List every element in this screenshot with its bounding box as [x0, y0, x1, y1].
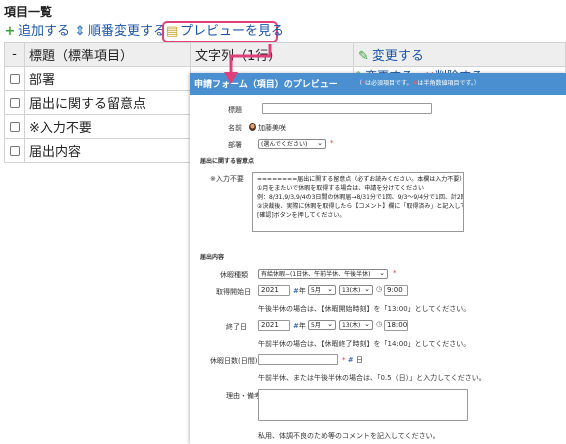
row-name-cell: 届出内容: [24, 138, 191, 163]
row-checkbox[interactable]: [9, 145, 20, 156]
end-date-label: 終了日: [226, 323, 247, 331]
row-name-cell: 部署: [24, 66, 191, 91]
end-month-select[interactable]: 5月: [308, 320, 336, 330]
end-year-unit: #年: [293, 321, 306, 331]
end-time-input[interactable]: 18:00: [384, 320, 408, 331]
reorder-button[interactable]: ⇕ 順番変更する: [74, 21, 166, 43]
start-day-select[interactable]: 13(木): [339, 285, 373, 295]
edit-header-label: 変更する: [371, 49, 424, 64]
row-checkbox[interactable]: [9, 121, 20, 132]
input-not-needed-label: ※入力不要: [210, 175, 244, 183]
start-year-unit-text: 年: [298, 287, 306, 295]
required-mark: *: [330, 139, 334, 147]
leave-type-select[interactable]: 有給休暇−(1日休、午前半休、午後半休): [258, 269, 388, 279]
row-check-cell: [4, 66, 25, 91]
row-checkbox[interactable]: [9, 97, 20, 108]
end-year-input[interactable]: 2021: [258, 320, 290, 331]
end-year-unit-text: 年: [298, 322, 306, 330]
preview-title: 申請フォーム（項目）のプレビュー: [194, 80, 338, 90]
preview-panel: 申請フォーム（項目）のプレビュー （*は必須項目です。#は半角数値項目です。） …: [190, 73, 566, 444]
guide-line: ①月をまたいで休暇を取得する場合は、申請を分けてください: [257, 185, 425, 192]
clock-icon: ◷: [376, 320, 383, 328]
preview-icon: ▤: [166, 24, 179, 39]
leave-type-label: 休暇種類: [220, 271, 248, 279]
header-op-cell: ✎ 変更する: [353, 42, 566, 67]
header-check-cell: -: [4, 42, 25, 67]
header-name-cell: 標題（標準項目）: [24, 42, 191, 67]
notes-section-title: 届出に関する留意点: [200, 158, 255, 165]
note-post: は半角数値項目です。）: [417, 80, 480, 87]
start-hint: 午後半休の場合は、【休暇開始時刻】を「13:00」としてください。: [258, 305, 471, 313]
days-hint: 午前半休、または午後半休の場合は、「0.5（日）」と入力してください。: [258, 374, 486, 382]
guide-line: [確認]ボタンを押してください。: [257, 212, 346, 219]
days-unit: * # 日: [342, 355, 363, 365]
required-mark: *: [393, 269, 397, 277]
edit-header-link[interactable]: ✎ 変更する: [358, 49, 424, 64]
pencil-icon: ✎: [358, 49, 369, 64]
preview-header: 申請フォーム（項目）のプレビュー （*は必須項目です。#は半角数値項目です。）: [190, 73, 566, 95]
start-year-unit: #年: [293, 286, 306, 296]
dept-select[interactable]: (選んでください): [258, 139, 326, 149]
avatar-icon: [249, 123, 256, 131]
row-name-cell: ※入力不要: [24, 114, 191, 139]
reason-label: 理由・備考: [226, 392, 261, 400]
subject-input[interactable]: [262, 103, 432, 114]
row-check-cell: [4, 138, 25, 163]
clock-icon: ◷: [376, 285, 383, 293]
row-check-cell: [4, 90, 25, 115]
numeric-mark: #: [347, 356, 354, 364]
content-section-title: 届出内容: [200, 254, 225, 261]
days-unit-text: 日: [355, 356, 363, 364]
start-year-input[interactable]: 2021: [258, 285, 290, 296]
required-mark: *: [342, 356, 346, 364]
table-header-row: - 標題（標準項目） 文字列（1行） ✎ 変更する: [4, 42, 566, 67]
subject-label: 標題: [228, 106, 242, 114]
guide-line: ========届出に関する留意点（必ずお読みください。本欄は入力不要）====…: [257, 176, 463, 183]
days-input[interactable]: [258, 354, 338, 365]
row-check-cell: [4, 114, 25, 139]
row-name-cell: 届出に関する留意点: [24, 90, 191, 115]
dept-label: 部署: [228, 141, 242, 149]
section-title: 項目一覧: [4, 5, 53, 19]
start-date-label: 取得開始日: [216, 288, 251, 296]
reason-hint: 私用、体調不良のため等のコメントを記入してください。: [258, 432, 440, 440]
reason-textarea[interactable]: [258, 389, 468, 421]
preview-note: （*は必須項目です。#は半角数値項目です。）: [356, 78, 480, 87]
preview-label: プレビューを見る: [180, 24, 285, 39]
end-day-select[interactable]: 13(木): [339, 320, 373, 330]
guide-line: 例：8/31,9/3,9/4の3日間の休暇届→8/31分で1回、9/3〜9/4分…: [257, 194, 464, 201]
guide-textarea[interactable]: ========届出に関する留意点（必ずお読みください。本欄は入力不要）====…: [252, 172, 464, 232]
add-button[interactable]: + 追加する: [4, 21, 70, 43]
start-month-select[interactable]: 5月: [308, 285, 336, 295]
reorder-label: 順番変更する: [88, 24, 167, 39]
toolbar: + 追加する ⇕ 順番変更する ▤ プレビューを見る: [4, 21, 304, 43]
guide-line: ②決裁後、実際に休暇を取得したら【コメント】欄に「取得済み」と記入して: [257, 203, 464, 210]
add-label: 追加する: [18, 24, 71, 39]
row-checkbox[interactable]: [9, 73, 20, 84]
note-mid: は必須項目です。: [365, 80, 413, 87]
preview-button[interactable]: ▤ プレビューを見る: [162, 21, 284, 43]
start-time-input[interactable]: 9:00: [384, 285, 408, 296]
name-label: 名前: [228, 124, 242, 132]
sort-icon: ⇕: [74, 24, 86, 39]
end-hint: 午前半休の場合は、【休暇終了時刻】を「14:00」としてください。: [258, 340, 471, 348]
days-label: 休暇日数(日間): [210, 357, 258, 365]
header-type-cell: 文字列（1行）: [190, 42, 354, 67]
name-value: 加藤美咲: [258, 124, 286, 132]
plus-icon: +: [4, 24, 16, 39]
